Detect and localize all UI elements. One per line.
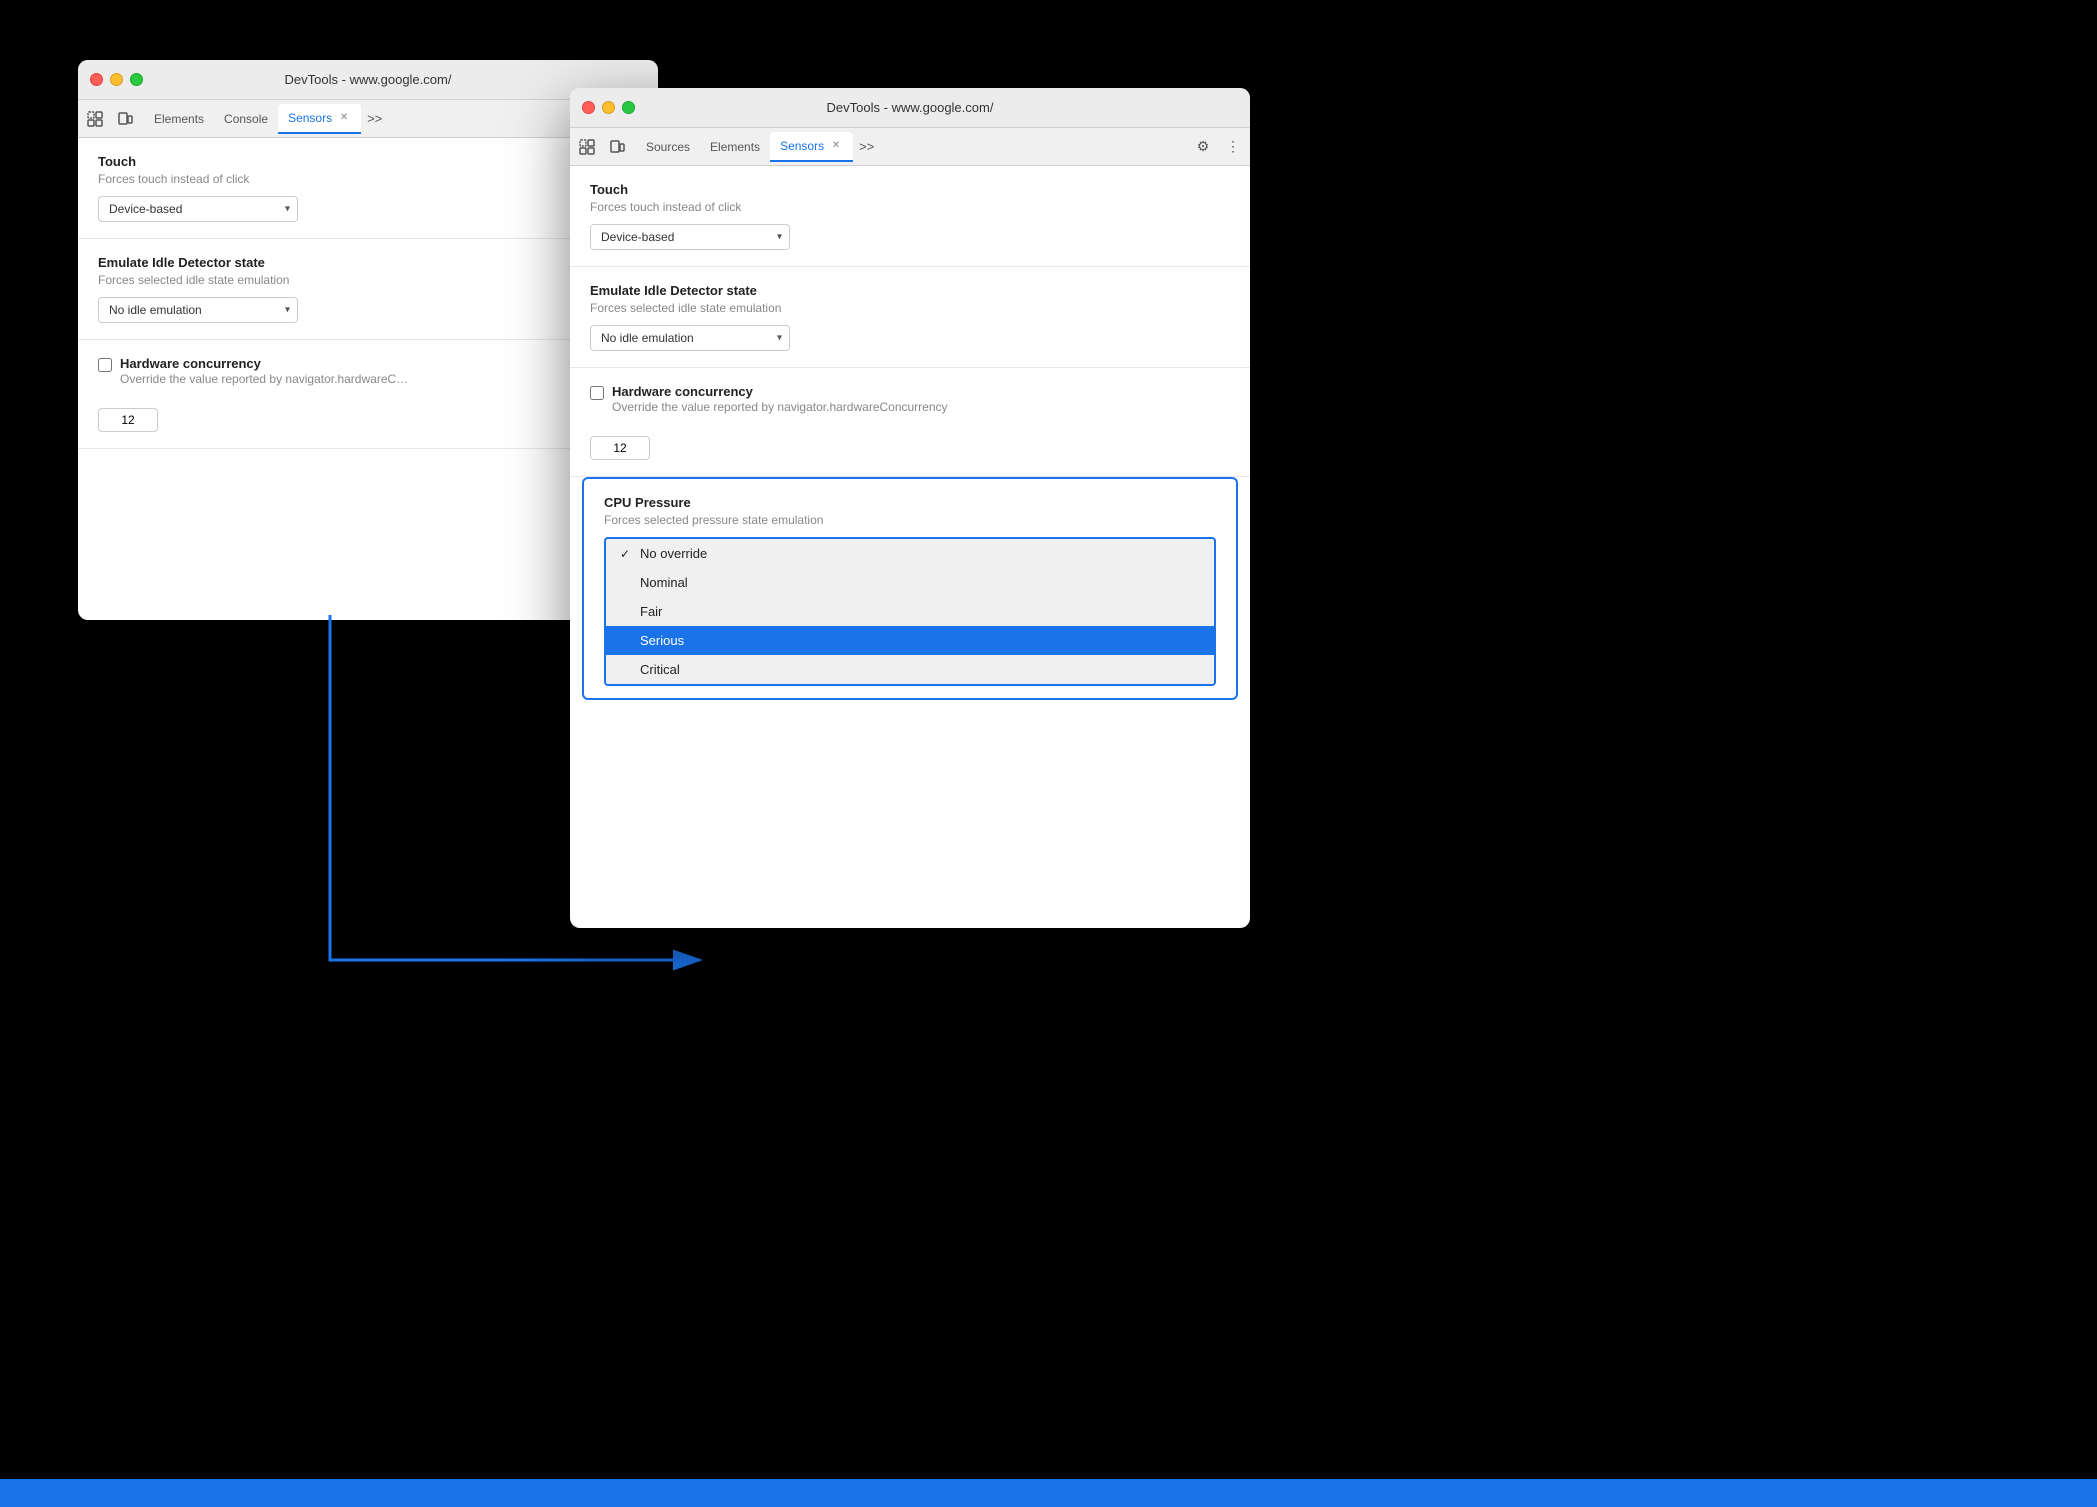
hardware-checkbox-1[interactable] — [98, 358, 112, 372]
maximize-button-1[interactable] — [130, 73, 143, 86]
cpu-option-fair[interactable]: Fair — [606, 597, 1214, 626]
touch-title-1: Touch — [98, 154, 638, 169]
cpu-option-no-override[interactable]: ✓ No override — [606, 539, 1214, 568]
cpu-title: CPU Pressure — [604, 495, 1216, 510]
idle-desc-2: Forces selected idle state emulation — [590, 301, 1230, 315]
hardware-text-1: Hardware concurrency Override the value … — [120, 356, 408, 396]
window-title-1: DevTools - www.google.com/ — [90, 72, 646, 87]
content-2: Touch Forces touch instead of click Devi… — [570, 166, 1250, 700]
cpu-desc: Forces selected pressure state emulation — [604, 513, 1216, 527]
cpu-option-critical[interactable]: Critical — [606, 655, 1214, 684]
hardware-title-1: Hardware concurrency — [120, 356, 408, 371]
idle-desc-1: Forces selected idle state emulation — [98, 273, 638, 287]
hardware-text-2: Hardware concurrency Override the value … — [612, 384, 948, 424]
tab-sensors-1[interactable]: Sensors ✕ — [278, 104, 361, 134]
hardware-input-2[interactable] — [590, 436, 650, 460]
tab-close-sensors-1[interactable]: ✕ — [337, 111, 351, 125]
touch-select-2[interactable]: Device-based Force enabled Force disable… — [590, 224, 790, 250]
tab-bar-icons-1 — [82, 106, 138, 132]
traffic-lights-2 — [582, 101, 635, 114]
tab-bar-icons-2 — [574, 134, 630, 160]
hardware-checkbox-2[interactable] — [590, 386, 604, 400]
cpu-pressure-highlighted: CPU Pressure Forces selected pressure st… — [582, 477, 1238, 700]
tab-sensors-2[interactable]: Sensors ✕ — [770, 132, 853, 162]
hardware-title-2: Hardware concurrency — [612, 384, 948, 399]
hardware-section-2: Hardware concurrency Override the value … — [570, 368, 1250, 477]
idle-title-2: Emulate Idle Detector state — [590, 283, 1230, 298]
tab-bar-right-2: ⚙ ⋮ — [1190, 134, 1246, 160]
title-bar-2: DevTools - www.google.com/ — [570, 88, 1250, 128]
tab-more-1[interactable]: >> — [361, 111, 388, 126]
cpu-option-nominal[interactable]: Nominal — [606, 568, 1214, 597]
bottom-bar — [0, 1479, 2097, 1507]
tab-more-2[interactable]: >> — [853, 139, 880, 154]
tab-elements-1[interactable]: Elements — [144, 104, 214, 134]
idle-section-2: Emulate Idle Detector state Forces selec… — [570, 267, 1250, 368]
device-icon-2[interactable] — [604, 134, 630, 160]
tab-console-1[interactable]: Console — [214, 104, 278, 134]
touch-select-wrapper-2: Device-based Force enabled Force disable… — [590, 224, 790, 250]
devtools-window-2: DevTools - www.google.com/ Sources — [570, 88, 1250, 928]
hardware-checkbox-row-2: Hardware concurrency Override the value … — [590, 384, 1230, 424]
inspect-icon-1[interactable] — [82, 106, 108, 132]
idle-select-wrapper-1: No idle emulation ▾ — [98, 297, 298, 323]
touch-section-2: Touch Forces touch instead of click Devi… — [570, 166, 1250, 267]
close-button-1[interactable] — [90, 73, 103, 86]
hardware-desc-2: Override the value reported by navigator… — [612, 400, 948, 414]
cpu-pressure-section: CPU Pressure Forces selected pressure st… — [584, 479, 1236, 698]
touch-desc-2: Forces touch instead of click — [590, 200, 1230, 214]
tab-bar-2: Sources Elements Sensors ✕ >> ⚙ ⋮ — [570, 128, 1250, 166]
inspect-icon-2[interactable] — [574, 134, 600, 160]
tab-elements-2[interactable]: Elements — [700, 132, 770, 162]
traffic-lights-1 — [90, 73, 143, 86]
more-menu-icon-2[interactable]: ⋮ — [1220, 134, 1246, 160]
hardware-desc-1: Override the value reported by navigator… — [120, 372, 408, 386]
device-icon-1[interactable] — [112, 106, 138, 132]
minimize-button-2[interactable] — [602, 101, 615, 114]
touch-select-1[interactable]: Device-based Force enabled Force disable… — [98, 196, 298, 222]
settings-icon-2[interactable]: ⚙ — [1190, 134, 1216, 160]
hardware-input-1[interactable] — [98, 408, 158, 432]
idle-select-1[interactable]: No idle emulation — [98, 297, 298, 323]
tab-sources-2[interactable]: Sources — [636, 132, 700, 162]
touch-title-2: Touch — [590, 182, 1230, 197]
window-title-2: DevTools - www.google.com/ — [582, 100, 1238, 115]
close-button-2[interactable] — [582, 101, 595, 114]
tab-close-sensors-2[interactable]: ✕ — [829, 139, 843, 153]
check-icon-no-override: ✓ — [620, 547, 634, 561]
maximize-button-2[interactable] — [622, 101, 635, 114]
idle-title-1: Emulate Idle Detector state — [98, 255, 638, 270]
touch-select-wrapper-1: Device-based Force enabled Force disable… — [98, 196, 298, 222]
minimize-button-1[interactable] — [110, 73, 123, 86]
cpu-option-serious[interactable]: Serious — [606, 626, 1214, 655]
idle-select-2[interactable]: No idle emulation — [590, 325, 790, 351]
idle-select-wrapper-2: No idle emulation ▾ — [590, 325, 790, 351]
hardware-checkbox-row-1: Hardware concurrency Override the value … — [98, 356, 638, 396]
cpu-dropdown-menu: ✓ No override Nominal Fair Serious — [604, 537, 1216, 686]
touch-desc-1: Forces touch instead of click — [98, 172, 638, 186]
